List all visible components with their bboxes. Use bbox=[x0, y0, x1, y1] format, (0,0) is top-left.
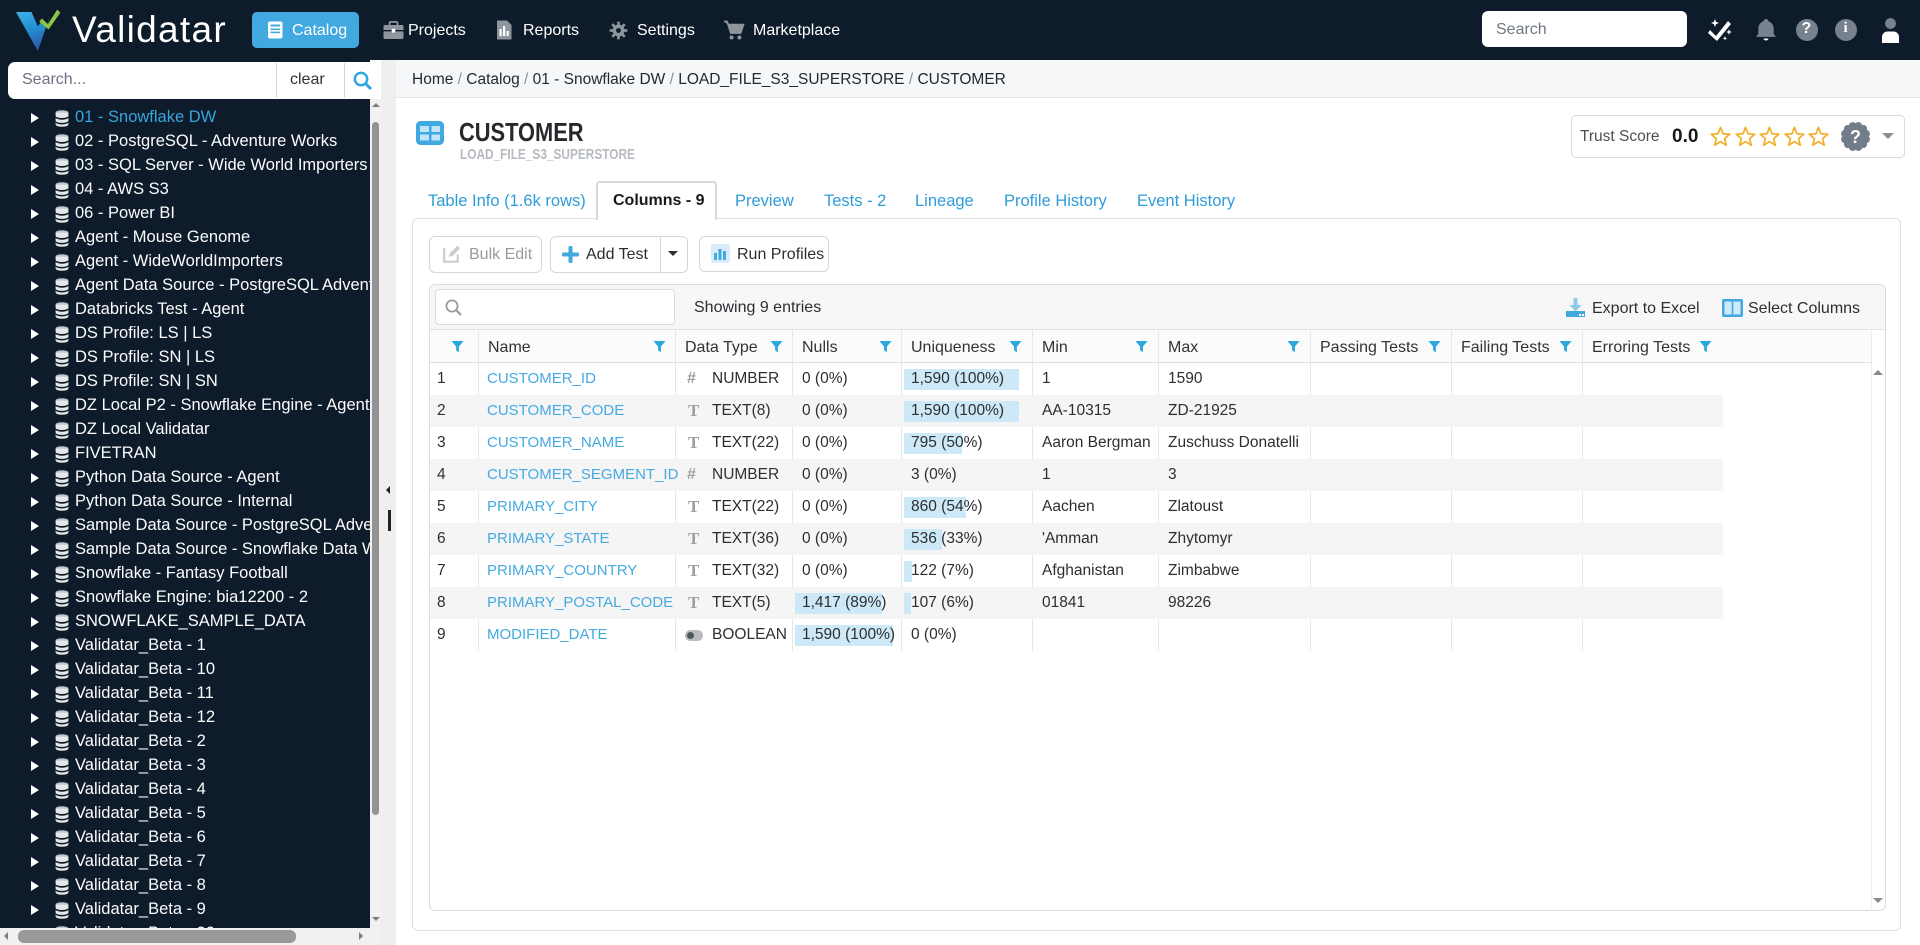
svg-text:?: ? bbox=[1850, 127, 1861, 147]
